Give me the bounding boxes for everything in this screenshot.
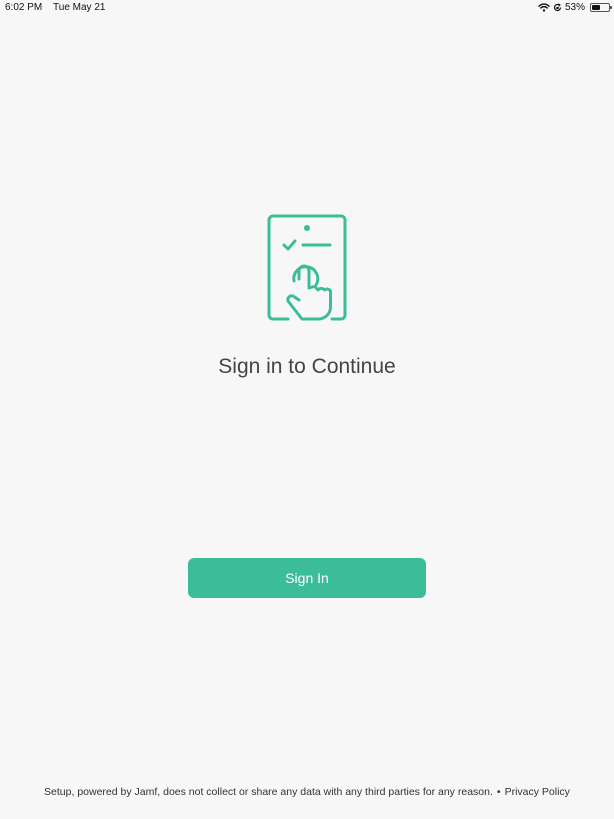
footer: Setup, powered by Jamf, does not collect… [0,786,614,798]
battery-percent: 53% [564,2,585,13]
status-right: 53% [538,2,612,13]
page-title: Sign in to Continue [218,355,396,378]
orientation-lock-icon [553,3,562,12]
status-left: 6:02 PM Tue May 21 [5,2,105,13]
status-date: Tue May 21 [53,2,106,13]
privacy-disclaimer: Setup, powered by Jamf, does not collect… [44,786,493,798]
status-time: 6:02 PM [5,2,43,13]
tap-to-sign-in-icon [266,213,348,325]
status-bar: 6:02 PM Tue May 21 53% [0,0,614,16]
sign-in-button[interactable]: Sign In [188,558,426,598]
privacy-policy-link[interactable]: Privacy Policy [505,786,570,798]
battery-icon [590,3,612,12]
battery-level-fill [592,5,601,10]
wifi-icon [538,3,550,12]
footer-separator: • [496,786,501,798]
sign-in-screen: 6:02 PM Tue May 21 53% Sign in to Contin… [0,0,614,819]
